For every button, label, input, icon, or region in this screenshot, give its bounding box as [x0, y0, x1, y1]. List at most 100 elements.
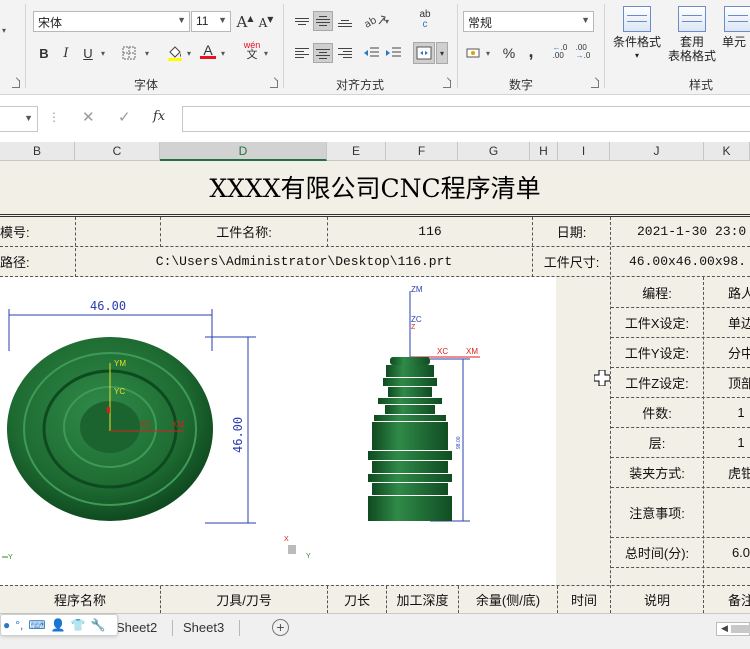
chevron-down-icon[interactable]: ▾	[264, 49, 268, 58]
side-value[interactable]: 顶部	[704, 367, 750, 397]
chevron-down-icon[interactable]: ▼	[24, 113, 33, 123]
path-value[interactable]: C:\Users\Administrator\Desktop\116.prt	[76, 247, 532, 276]
font-launcher-icon[interactable]	[270, 80, 278, 88]
number-format-combo[interactable]: 常规 ▼	[463, 11, 594, 32]
table-header-cell[interactable]: 程序名称	[0, 586, 160, 613]
keyboard-icon[interactable]: ⌨	[28, 618, 45, 632]
confirm-icon[interactable]: ✓	[118, 108, 131, 126]
ime-toolbar[interactable]: ● °, ⌨ 👤 👕 🔧	[0, 614, 118, 636]
ime-dot-icon[interactable]: ●	[3, 618, 10, 632]
align-center-button[interactable]	[313, 43, 333, 63]
increase-decimal-icon: ←.0.00	[552, 43, 568, 60]
grow-font-button[interactable]: A ▲	[235, 12, 255, 32]
chevron-down-icon[interactable]: ▼	[218, 15, 227, 25]
shrink-font-button[interactable]: A ▼	[256, 13, 276, 33]
merge-center-button[interactable]	[413, 42, 435, 64]
side-value[interactable]: 1	[704, 397, 750, 427]
add-sheet-button[interactable]: +	[272, 619, 289, 636]
accounting-format-button[interactable]	[464, 43, 484, 63]
column-header-f[interactable]: F	[386, 142, 458, 161]
chevron-down-icon[interactable]: ▼	[581, 15, 590, 25]
column-header-k[interactable]: K	[704, 142, 750, 161]
chevron-down-icon[interactable]: ▼	[177, 15, 186, 25]
formula-input[interactable]	[182, 106, 750, 132]
column-header-d[interactable]: D	[160, 142, 327, 161]
part-name-value[interactable]: 116	[328, 217, 532, 246]
chevron-down-icon[interactable]: ▾	[486, 49, 490, 58]
side-value[interactable]: 分中	[704, 337, 750, 367]
column-header-c[interactable]: C	[75, 142, 160, 161]
chevron-down-icon[interactable]: ▾	[101, 49, 105, 58]
align-left-button[interactable]	[292, 43, 312, 63]
wrap-text-button[interactable]: ab c	[414, 10, 436, 30]
merge-dropdown-button[interactable]: ▾	[436, 42, 448, 64]
underline-button[interactable]: U	[78, 43, 98, 63]
chevron-down-icon[interactable]: ▾	[145, 49, 149, 58]
table-header-cell[interactable]: 备注	[704, 586, 750, 613]
name-box[interactable]: ▼	[0, 106, 38, 132]
format-as-table-button[interactable]: 套用 表格格式	[664, 6, 720, 63]
column-header-b[interactable]: B	[0, 142, 75, 161]
align-top-button[interactable]	[292, 10, 312, 30]
part-size-value[interactable]: 46.00x46.00x98.	[611, 247, 750, 276]
worksheet[interactable]: XXXX有限公司CNC程序清单 模号: 工件名称: 116 日期: 2021-1…	[0, 161, 750, 613]
table-header-cell[interactable]: 加工深度	[387, 586, 458, 613]
border-button[interactable]	[119, 43, 139, 63]
bold-button[interactable]: B	[34, 43, 54, 63]
mold-number-value[interactable]	[76, 217, 160, 246]
scroll-left-icon[interactable]: ◀	[721, 623, 728, 634]
cancel-icon[interactable]: ✕	[82, 108, 95, 126]
phonetic-button[interactable]: wén 文	[241, 40, 263, 61]
align-bottom-button[interactable]	[335, 11, 355, 31]
scroll-thumb[interactable]	[731, 625, 750, 633]
part-drawing[interactable]: 46.00 46.00 YM YC XC XM Y ZM ZC Z XC XM …	[0, 277, 556, 585]
number-launcher-icon[interactable]	[591, 80, 599, 88]
fill-color-button[interactable]	[165, 42, 185, 62]
side-value[interactable]: 1	[704, 427, 750, 457]
font-size-combo[interactable]: 11 ▼	[191, 11, 231, 32]
decrease-indent-button[interactable]	[361, 43, 381, 63]
cell-style-button[interactable]: 单元	[722, 6, 750, 49]
insert-function-button[interactable]: fx	[153, 109, 165, 124]
column-header-j[interactable]: J	[610, 142, 704, 161]
column-header-i[interactable]: I	[558, 142, 610, 161]
table-header-cell[interactable]: 刀长	[328, 586, 386, 613]
side-value[interactable]	[704, 487, 750, 537]
decrease-decimal-button[interactable]: .00 →.0	[573, 42, 593, 62]
column-header-h[interactable]: H	[530, 142, 558, 161]
increase-decimal-button[interactable]: ←.0.00	[550, 42, 570, 62]
ime-punct-icon[interactable]: °,	[15, 618, 23, 632]
percent-button[interactable]: %	[499, 43, 519, 63]
table-header-cell[interactable]: 刀具/刀号	[161, 586, 327, 613]
side-value[interactable]: 单边	[704, 307, 750, 337]
chevron-down-icon[interactable]: ▾	[187, 49, 191, 58]
column-header-e[interactable]: E	[327, 142, 386, 161]
clipboard-launcher-icon[interactable]	[12, 80, 20, 88]
side-value[interactable]: 6.0	[704, 537, 750, 567]
date-value[interactable]: 2021-1-30 23:0	[611, 217, 750, 246]
chevron-down-icon[interactable]: ▾	[385, 17, 389, 26]
wrench-icon[interactable]: 🔧	[91, 618, 106, 632]
column-header-g[interactable]: G	[458, 142, 530, 161]
skin-icon[interactable]: 👕	[71, 618, 86, 632]
align-launcher-icon[interactable]	[443, 80, 451, 88]
formula-bar-grip[interactable]: ⋮	[48, 110, 60, 124]
align-middle-button[interactable]	[313, 11, 333, 31]
side-value[interactable]: 虎钳	[704, 457, 750, 487]
align-right-button[interactable]	[335, 43, 355, 63]
font-name-combo[interactable]: 宋体 ▼	[33, 11, 190, 32]
font-color-button[interactable]: A	[198, 41, 218, 61]
conditional-format-button[interactable]: 条件格式 ▾	[610, 6, 664, 63]
tab-sheet3[interactable]: Sheet3	[173, 616, 234, 640]
horizontal-scrollbar[interactable]: ◀	[716, 622, 750, 636]
table-header-cell[interactable]: 说明	[611, 586, 703, 613]
italic-button[interactable]: I	[56, 43, 76, 63]
table-header-cell[interactable]: 时间	[558, 586, 610, 613]
increase-indent-button[interactable]	[383, 43, 403, 63]
chevron-down-icon[interactable]: ▾	[221, 49, 225, 58]
side-value[interactable]: 路人	[704, 277, 750, 307]
table-header-cell[interactable]: 余量(侧/底)	[459, 586, 557, 613]
comma-button[interactable]: ,	[521, 41, 541, 61]
user-icon[interactable]: 👤	[51, 618, 66, 632]
clipboard-arrow-icon[interactable]: ▾	[2, 26, 6, 35]
